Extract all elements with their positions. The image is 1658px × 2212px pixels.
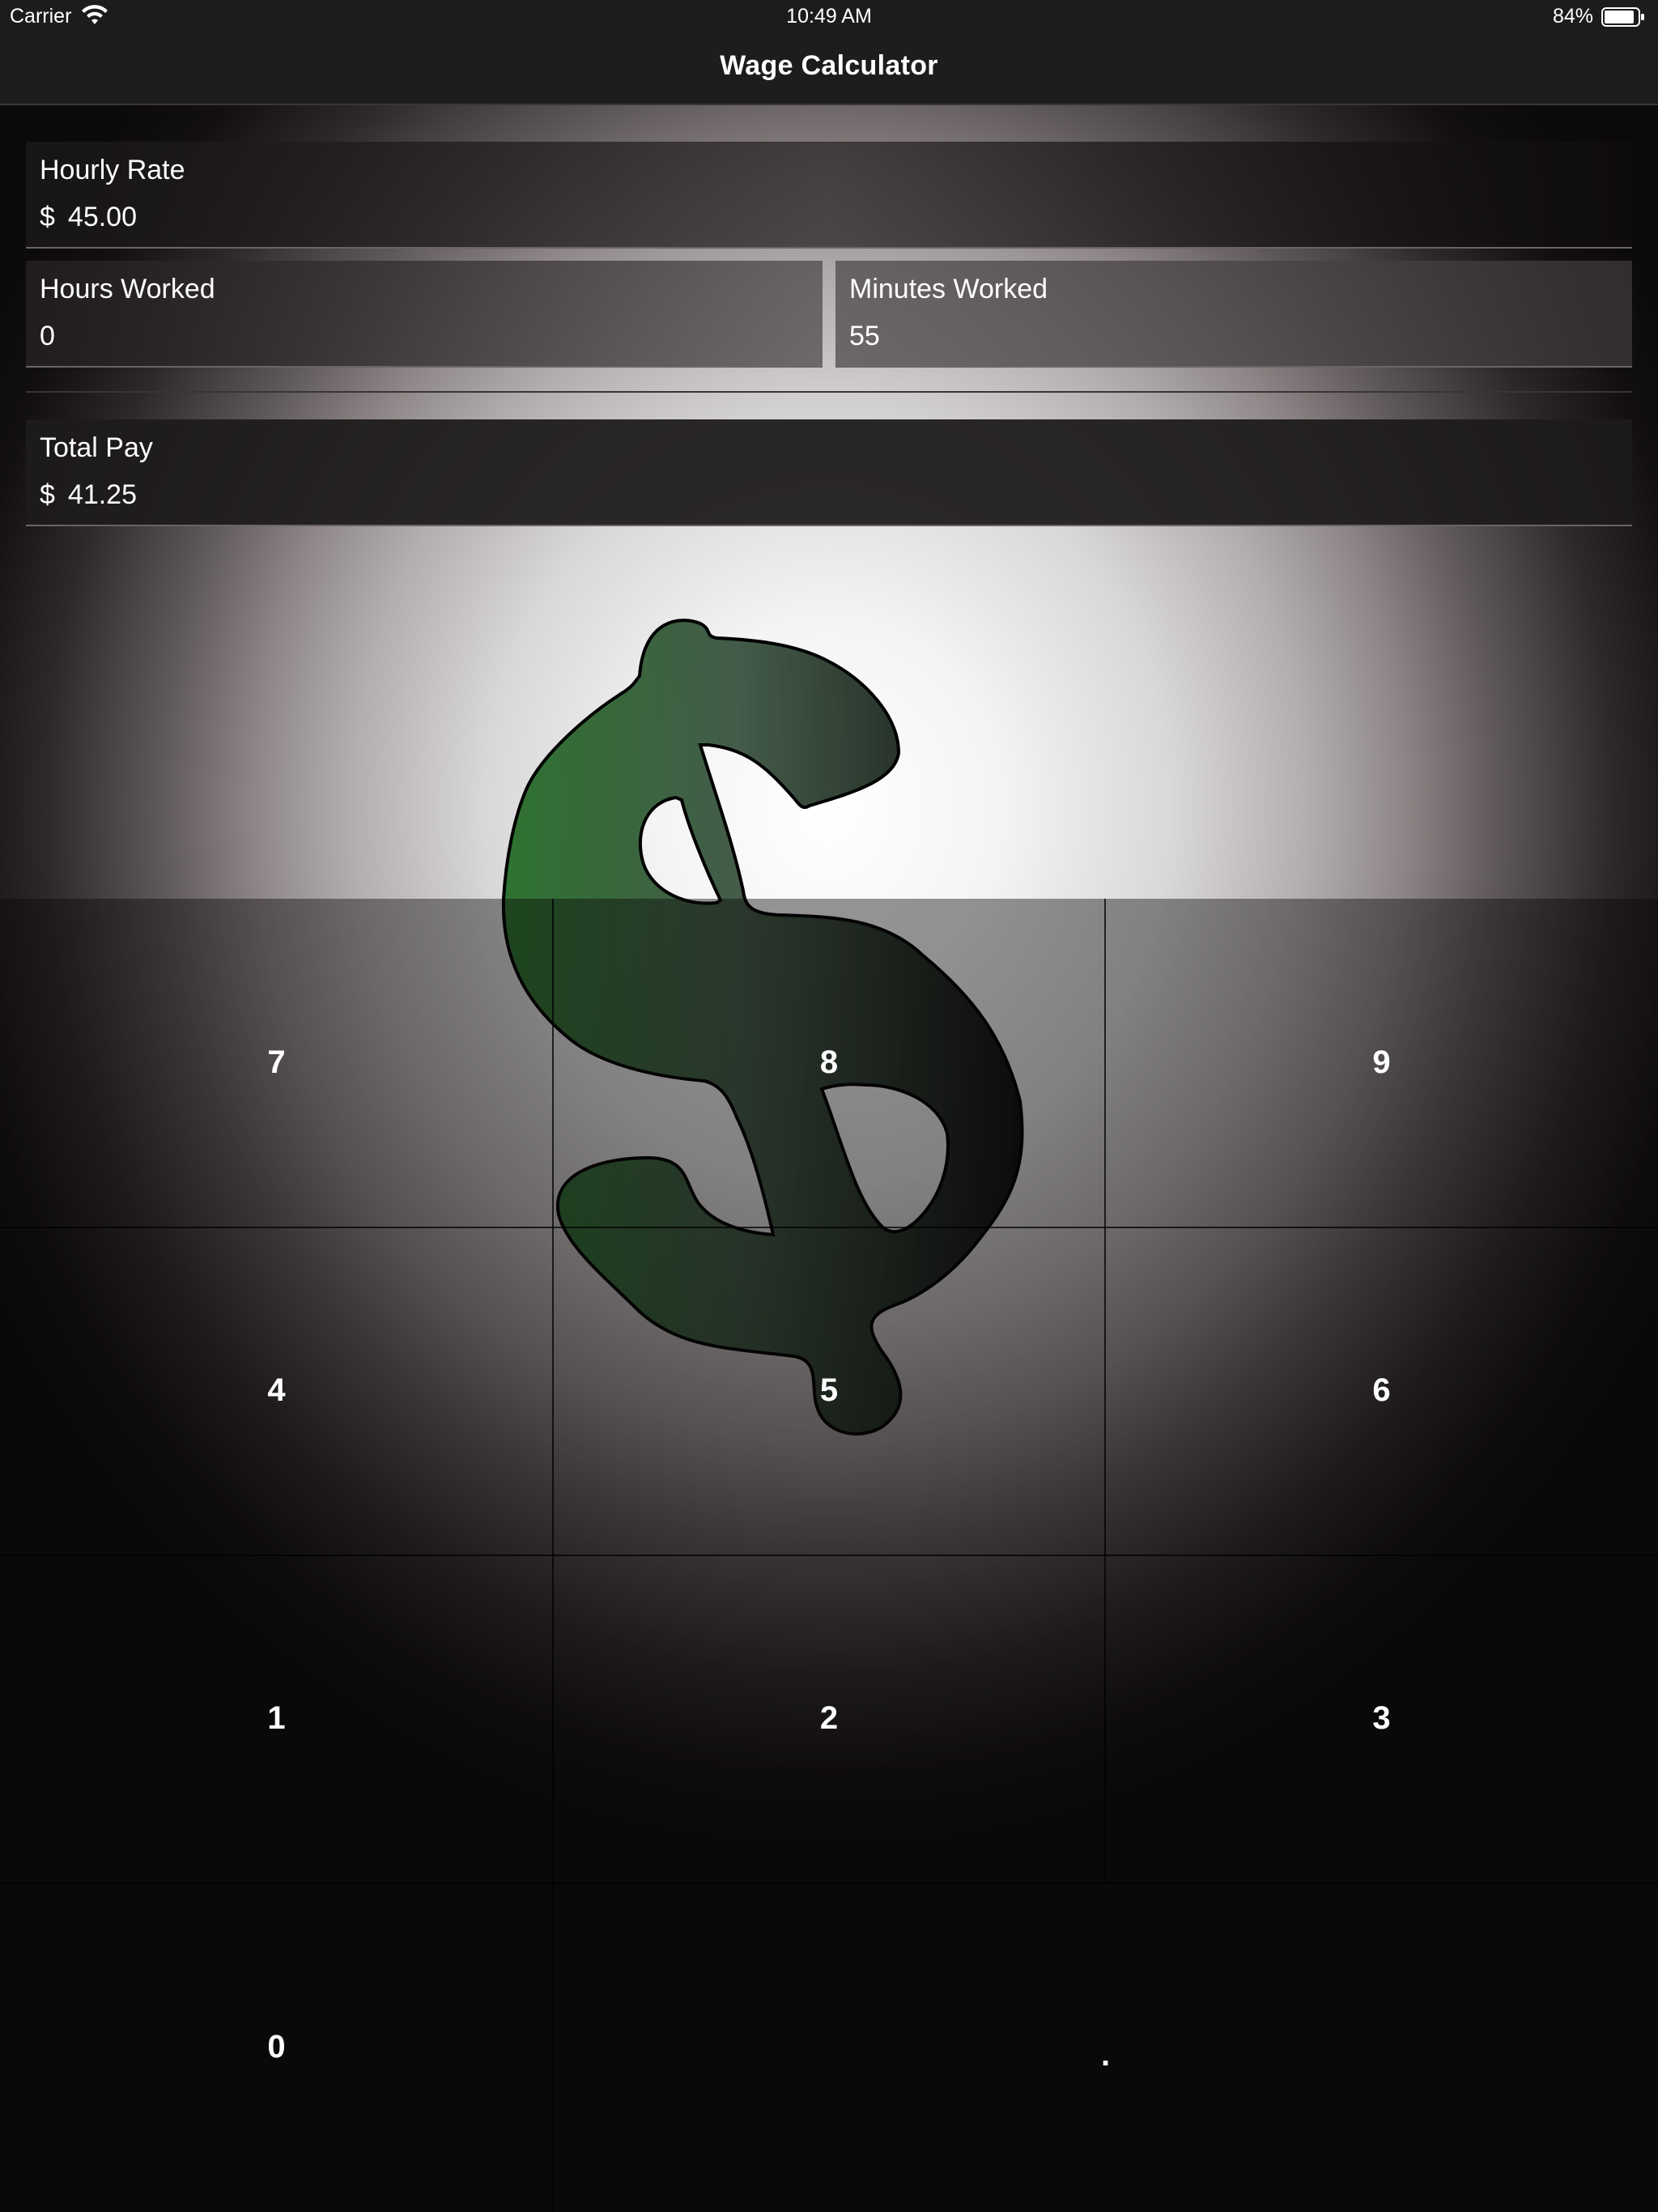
hours-worked-field[interactable]: Hours Worked 0 [26,261,823,368]
total-pay-field: Total Pay $41.25 [26,419,1632,526]
total-pay-value: $41.25 [40,479,137,511]
hourly-rate-value[interactable]: $45.00 [40,202,137,233]
hourly-rate-field[interactable]: Hourly Rate $45.00 [26,142,1632,249]
number-keypad: 7 8 9 4 5 6 1 2 3 0 . [0,899,1658,2212]
hours-worked-label: Hours Worked [40,274,215,304]
key-1[interactable]: 1 [0,1555,553,1882]
hourly-rate-amount: 45.00 [67,202,138,232]
key-8[interactable]: 8 [553,899,1105,1227]
key-3[interactable]: 3 [1105,1555,1658,1882]
keypad-divider [0,1227,1658,1228]
key-7[interactable]: 7 [0,899,553,1227]
currency-symbol: $ [40,202,55,232]
wage-calculator-screen: Carrier 10:49 AM 84% Wage Calculator Hou… [0,0,1658,2212]
battery-icon [1601,7,1644,27]
minutes-worked-value[interactable]: 55 [849,321,880,352]
key-9[interactable]: 9 [1105,899,1658,1227]
status-time: 10:49 AM [786,5,872,28]
divider [26,391,1632,393]
battery-percent: 84% [1552,5,1593,28]
page-title: Wage Calculator [720,50,938,81]
keypad-divider [0,1882,1658,1884]
hourly-rate-label: Hourly Rate [40,155,185,185]
minutes-worked-label: Minutes Worked [849,274,1048,304]
status-bar: Carrier 10:49 AM 84% [0,0,1658,34]
currency-symbol: $ [40,479,55,510]
key-4[interactable]: 4 [0,1227,553,1555]
navigation-bar: Wage Calculator [0,34,1658,105]
keypad-divider [0,1555,1658,1556]
minutes-worked-field[interactable]: Minutes Worked 55 [835,261,1632,368]
key-decimal[interactable]: . [553,1882,1658,2212]
total-pay-amount: 41.25 [67,479,138,510]
key-0[interactable]: 0 [0,1882,553,2212]
keypad-divider [1104,899,1106,1882]
total-pay-label: Total Pay [40,432,153,463]
key-5[interactable]: 5 [553,1227,1105,1555]
key-6[interactable]: 6 [1105,1227,1658,1555]
key-2[interactable]: 2 [553,1555,1105,1882]
hours-worked-value[interactable]: 0 [40,321,55,352]
